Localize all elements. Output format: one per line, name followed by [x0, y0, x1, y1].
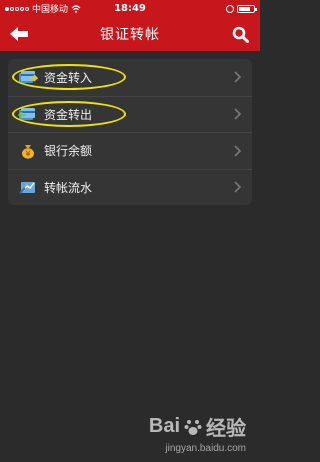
status-left: 中国移动 — [5, 2, 88, 15]
chevron-right-icon — [234, 108, 242, 120]
chevron-right-icon — [234, 181, 242, 193]
signal-icon — [5, 6, 29, 11]
status-right — [172, 4, 257, 13]
menu-item-transfer-history[interactable]: 转帐流水 — [8, 168, 252, 206]
back-button[interactable] — [8, 24, 30, 44]
menu-item-bank-balance[interactable]: ¥ 银行余额 — [8, 132, 252, 169]
chevron-right-icon — [234, 71, 242, 83]
watermark-brand: Bai 经验 — [148, 415, 246, 440]
status-time: 18:49 — [114, 3, 146, 14]
page-title: 银证转帐 — [100, 27, 160, 43]
nav-bar: 银证转帐 — [0, 17, 260, 51]
menu-item-label: 资金转出 — [44, 107, 93, 122]
alarm-icon — [225, 4, 234, 13]
back-arrow-icon — [10, 27, 28, 41]
menu-item-transfer-out[interactable]: 资金转出 — [8, 95, 252, 133]
menu-item-label: 银行余额 — [44, 144, 93, 159]
transfer-history-icon — [18, 179, 38, 195]
menu-item-label: 转帐流水 — [44, 180, 93, 195]
search-button[interactable] — [230, 24, 250, 44]
search-icon — [232, 26, 249, 43]
menu-item-label: 资金转入 — [44, 70, 93, 85]
svg-text:¥: ¥ — [25, 149, 30, 158]
wifi-icon — [71, 4, 81, 13]
baidu-jingyan-watermark: Bai 经验 jingyan.baidu.com — [149, 412, 246, 454]
menu-item-transfer-in[interactable]: 资金转入 — [8, 59, 252, 96]
status-bar: 中国移动 18:49 — [0, 0, 260, 17]
money-bag-icon: ¥ — [18, 143, 38, 159]
chevron-right-icon — [234, 145, 242, 157]
transfer-in-icon — [18, 69, 38, 85]
battery-icon — [236, 4, 257, 13]
transfer-menu: 资金转入 资金转出 ¥ 银行余额 转帐流水 — [8, 59, 252, 205]
carrier-label: 中国移动 — [32, 5, 69, 15]
watermark-url: jingyan.baidu.com — [165, 443, 246, 454]
transfer-out-icon — [18, 106, 38, 122]
paw-icon — [184, 419, 202, 435]
